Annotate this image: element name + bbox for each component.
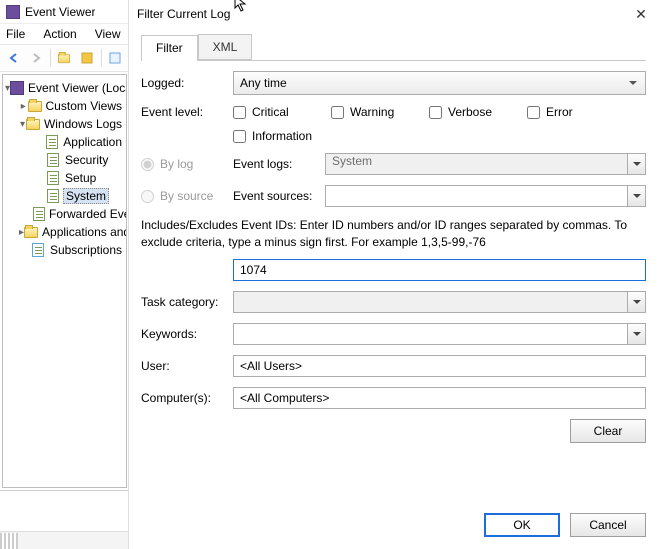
radio-by-log: By log bbox=[141, 157, 233, 171]
menu-file[interactable]: File bbox=[2, 25, 29, 43]
dialog-title: Filter Current Log bbox=[137, 7, 626, 21]
radio-by-source: By source bbox=[141, 189, 233, 203]
chk-information[interactable]: Information bbox=[233, 129, 312, 143]
label-task-category: Task category: bbox=[141, 295, 233, 309]
tab-filter[interactable]: Filter bbox=[141, 35, 198, 61]
event-id-help: Includes/Excludes Event IDs: Enter ID nu… bbox=[141, 217, 646, 251]
event-logs-field: System bbox=[325, 153, 646, 175]
label-event-level: Event level: bbox=[141, 105, 233, 119]
event-sources-value bbox=[326, 186, 338, 200]
toolbar bbox=[0, 44, 129, 72]
cursor-icon bbox=[234, 0, 248, 13]
label-computers: Computer(s): bbox=[141, 391, 233, 405]
dropdown-icon bbox=[627, 154, 645, 174]
computers-input[interactable] bbox=[233, 387, 646, 409]
label-event-logs: Event logs: bbox=[233, 157, 325, 171]
tb-icon-2[interactable] bbox=[77, 48, 96, 68]
tree-subscriptions[interactable]: Subscriptions bbox=[5, 241, 124, 259]
menu-action[interactable]: Action bbox=[39, 25, 80, 43]
chk-error[interactable]: Error bbox=[527, 105, 599, 119]
chk-verbose[interactable]: Verbose bbox=[429, 105, 501, 119]
keywords-combo[interactable] bbox=[233, 323, 646, 345]
event-id-input[interactable] bbox=[233, 259, 646, 281]
dropdown-icon[interactable] bbox=[627, 324, 645, 344]
back-button[interactable] bbox=[4, 48, 23, 68]
dropdown-icon[interactable] bbox=[627, 186, 645, 206]
event-sources-combo[interactable] bbox=[325, 185, 646, 207]
menubar: File Action View bbox=[0, 24, 129, 44]
ok-button[interactable]: OK bbox=[484, 513, 560, 537]
tree-security[interactable]: Security bbox=[5, 151, 124, 169]
tab-strip: Filter XML bbox=[141, 34, 646, 61]
clear-button[interactable]: Clear bbox=[570, 419, 646, 443]
user-input[interactable] bbox=[233, 355, 646, 377]
main-title: Event Viewer bbox=[25, 5, 95, 19]
label-user: User: bbox=[141, 359, 233, 373]
collapse-icon[interactable]: ▾ bbox=[19, 119, 26, 130]
tree-system[interactable]: System bbox=[5, 187, 124, 205]
label-logged: Logged: bbox=[141, 76, 233, 90]
tree-panel: ▾ Event Viewer (Local) ▸ Custom Views ▾ … bbox=[2, 74, 127, 488]
dropdown-icon bbox=[627, 292, 645, 312]
event-viewer-window: Event Viewer File Action View ▾ Event Vi… bbox=[0, 0, 130, 549]
expand-icon[interactable]: ▸ bbox=[19, 101, 28, 112]
tree-custom-views[interactable]: ▸ Custom Views bbox=[5, 97, 124, 115]
status-bar bbox=[0, 531, 130, 549]
logged-combo[interactable]: Any time bbox=[233, 71, 646, 95]
menu-view[interactable]: View bbox=[91, 25, 125, 43]
filter-dialog: Filter Current Log ✕ Filter XML Logged: … bbox=[128, 0, 664, 549]
forward-button[interactable] bbox=[26, 48, 45, 68]
tree-setup[interactable]: Setup bbox=[5, 169, 124, 187]
tree-forwarded[interactable]: Forwarded Events bbox=[5, 205, 124, 223]
logged-value: Any time bbox=[240, 76, 287, 90]
main-titlebar: Event Viewer bbox=[0, 0, 129, 24]
chk-critical[interactable]: Critical bbox=[233, 105, 305, 119]
tree-windows-logs[interactable]: ▾ Windows Logs bbox=[5, 115, 124, 133]
chk-warning[interactable]: Warning bbox=[331, 105, 403, 119]
tree-app-services[interactable]: ▸ Applications and Services Logs bbox=[5, 223, 124, 241]
dialog-titlebar: Filter Current Log ✕ bbox=[129, 0, 664, 28]
dialog-footer: OK Cancel bbox=[484, 513, 646, 537]
cancel-button[interactable]: Cancel bbox=[570, 513, 646, 537]
tab-xml[interactable]: XML bbox=[198, 34, 253, 60]
tree-root[interactable]: ▾ Event Viewer (Local) bbox=[5, 79, 124, 97]
tree-application[interactable]: Application bbox=[5, 133, 124, 151]
task-category-combo bbox=[233, 291, 646, 313]
tb-icon-1[interactable] bbox=[55, 48, 74, 68]
label-event-sources: Event sources: bbox=[233, 189, 325, 203]
event-logs-value: System bbox=[332, 154, 372, 168]
app-icon bbox=[6, 5, 20, 19]
tb-icon-3[interactable] bbox=[106, 48, 125, 68]
label-keywords: Keywords: bbox=[141, 327, 233, 341]
close-button[interactable]: ✕ bbox=[626, 4, 656, 24]
